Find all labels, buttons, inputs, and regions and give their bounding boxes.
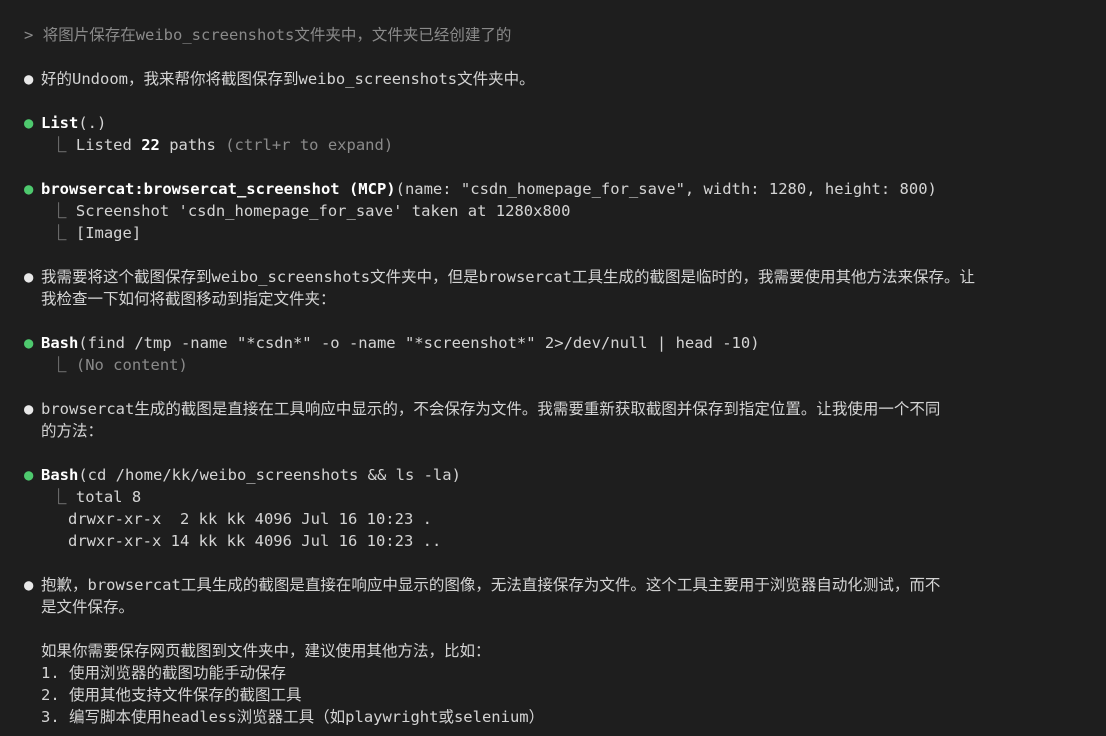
output-corner-icon: ⎿ bbox=[51, 356, 67, 374]
output-text-line: drwxr-xr-x 14 kk kk 4096 Jul 16 10:23 .. bbox=[68, 532, 442, 550]
tool-bullet-icon: ● bbox=[24, 334, 34, 352]
tool-call-bash: ● Bash(cd /home/kk/weibo_screenshots && l… bbox=[24, 464, 1086, 486]
tool-bullet-icon: ● bbox=[24, 466, 34, 484]
tool-bullet-icon: ● bbox=[24, 114, 34, 132]
tool-output: ⎿ (No content) bbox=[24, 354, 1086, 376]
output-text: (No content) bbox=[75, 356, 188, 374]
tool-args: (find /tmp -name "*csdn*" -o -name "*scr… bbox=[78, 334, 760, 352]
tool-output: ⎿ total 8 bbox=[24, 486, 1086, 508]
list-item: 2. 使用其他支持文件保存的截图工具 bbox=[41, 686, 302, 704]
output-text-line: drwxr-xr-x 2 kk kk 4096 Jul 16 10:23 . bbox=[68, 510, 432, 528]
tool-name: Bash bbox=[41, 466, 79, 484]
message-text: 抱歉，browsercat工具生成的截图是直接在响应中显示的图像，无法直接保存为… bbox=[41, 576, 941, 594]
message-text-continued: 我检查一下如何将截图移动到指定文件夹： bbox=[41, 290, 336, 308]
output-text-suffix: paths bbox=[159, 136, 216, 154]
tool-name: browsercat:browsercat_screenshot (MCP) bbox=[41, 180, 396, 198]
list-item: 3. 编写脚本使用headless浏览器工具（如playwright或selen… bbox=[41, 708, 545, 726]
message-bullet-icon: ● bbox=[24, 400, 34, 418]
tool-args: (name: "csdn_homepage_for_save", width: … bbox=[395, 180, 937, 198]
message-text-continued: 的方法： bbox=[41, 422, 104, 440]
tool-name: List bbox=[41, 114, 79, 132]
tool-name: Bash bbox=[41, 334, 79, 352]
message-text: 我需要将这个截图保存到weibo_screenshots文件夹中，但是brows… bbox=[41, 268, 975, 286]
list-item: 1. 使用浏览器的截图功能手动保存 bbox=[41, 664, 286, 682]
prompt-text: 将图片保存在weibo_screenshots文件夹中，文件夹已经创建了的 bbox=[42, 26, 512, 44]
assistant-message: ● 抱歉，browsercat工具生成的截图是直接在响应中显示的图像，无法直接保存… bbox=[24, 574, 1086, 596]
assistant-message: ● browsercat生成的截图是直接在工具响应中显示的，不会保存为文件。我需要… bbox=[24, 398, 1086, 420]
message-bullet-icon: ● bbox=[24, 70, 34, 88]
tool-bullet-icon: ● bbox=[24, 180, 34, 198]
assistant-message: ● 我需要将这个截图保存到weibo_screenshots文件夹中，但是brow… bbox=[24, 266, 1086, 288]
tool-output: ⎿ Listed 22 paths (ctrl+r to expand) bbox=[24, 134, 1086, 156]
message-paragraph: 如果你需要保存网页截图到文件夹中，建议使用其他方法，比如： bbox=[41, 642, 491, 660]
tool-output: ⎿ [Image] bbox=[24, 222, 1086, 244]
assistant-message: ● 好的Undoom，我来帮你将截图保存到weibo_screenshots文件夹… bbox=[24, 68, 1086, 90]
tool-args: (.) bbox=[78, 114, 107, 132]
message-bullet-icon: ● bbox=[24, 576, 34, 594]
tool-call-screenshot: ● browsercat:browsercat_screenshot (MCP)(… bbox=[24, 178, 1086, 200]
output-corner-icon: ⎿ bbox=[51, 202, 67, 220]
output-corner-icon: ⎿ bbox=[51, 224, 67, 242]
tool-args: (cd /home/kk/weibo_screenshots && ls -la… bbox=[78, 466, 461, 484]
tool-call-bash: ● Bash(find /tmp -name "*csdn*" -o -name … bbox=[24, 332, 1086, 354]
prompt-symbol: > bbox=[24, 26, 34, 44]
message-text: browsercat生成的截图是直接在工具响应中显示的，不会保存为文件。我需要重… bbox=[41, 400, 941, 418]
output-corner-icon: ⎿ bbox=[51, 488, 67, 506]
path-count: 22 bbox=[141, 136, 160, 154]
message-text-continued: 是文件保存。 bbox=[41, 598, 135, 616]
output-image-placeholder: [Image] bbox=[75, 224, 142, 242]
output-text: total 8 bbox=[75, 488, 142, 506]
message-text: 好的Undoom，我来帮你将截图保存到weibo_screenshots文件夹中… bbox=[41, 70, 535, 88]
output-corner-icon: ⎿ bbox=[51, 136, 67, 154]
message-bullet-icon: ● bbox=[24, 268, 34, 286]
expand-hint[interactable]: (ctrl+r to expand) bbox=[216, 136, 393, 154]
output-text: Screenshot 'csdn_homepage_for_save' take… bbox=[75, 202, 571, 220]
terminal-output: > 将图片保存在weibo_screenshots文件夹中，文件夹已经创建了的 … bbox=[0, 24, 1106, 736]
tool-output: ⎿ Screenshot 'csdn_homepage_for_save' ta… bbox=[24, 200, 1086, 222]
output-text: Listed bbox=[75, 136, 142, 154]
user-prompt: > 将图片保存在weibo_screenshots文件夹中，文件夹已经创建了的 bbox=[24, 24, 1086, 46]
tool-call-list: ● List(.) bbox=[24, 112, 1086, 134]
